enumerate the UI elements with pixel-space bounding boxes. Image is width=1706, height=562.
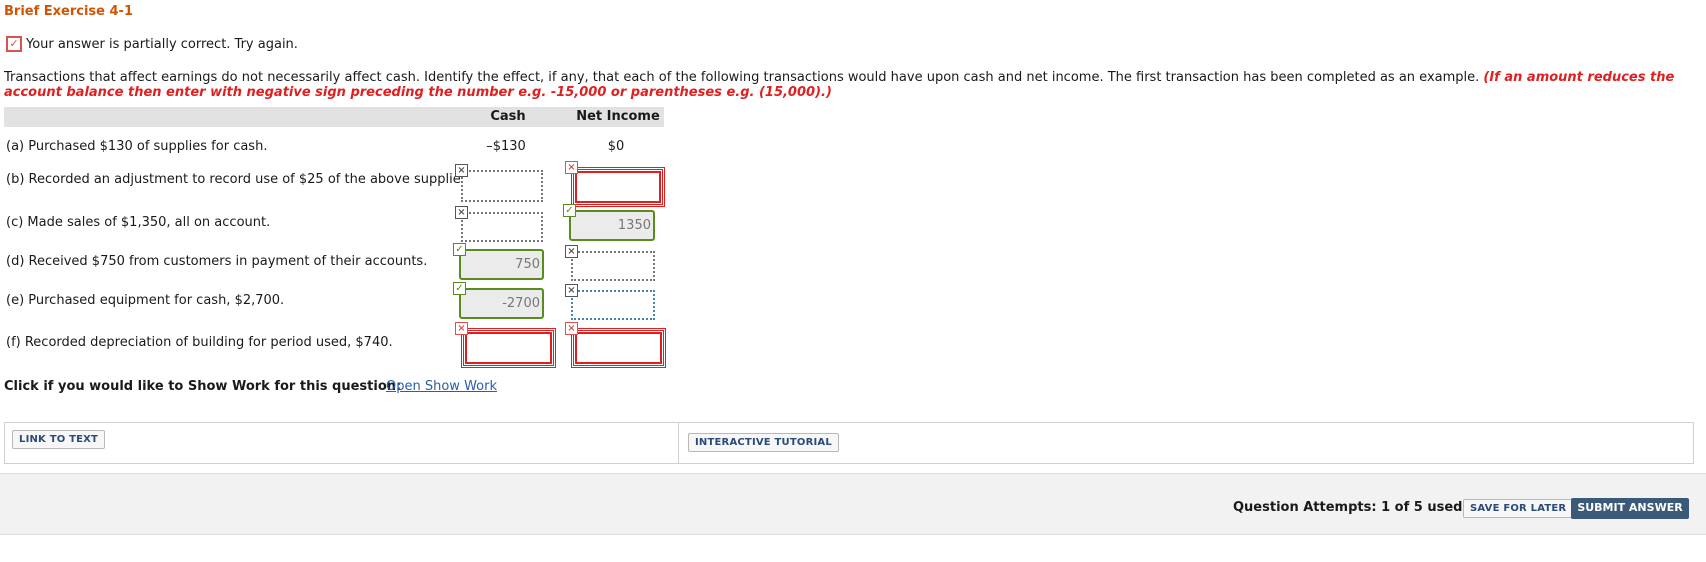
footer-bar: Question Attempts: 1 of 5 used SAVE FOR … [0, 473, 1706, 535]
row-d-label: (d) Received $750 from customers in paym… [6, 254, 428, 269]
row-f-net-income-input[interactable] [571, 328, 666, 368]
question-attempts: Question Attempts: 1 of 5 used [1233, 500, 1463, 515]
row-a-cash-value: –$130 [486, 139, 526, 154]
correct-icon: ✓ [453, 243, 466, 256]
answer-status: ✓ Your answer is partially correct. Try … [6, 36, 298, 52]
row-d-cash-input[interactable] [459, 249, 544, 280]
cash-column-header: Cash [490, 109, 526, 124]
row-a-net-income-value: $0 [607, 139, 625, 154]
row-d-net-income-input[interactable] [571, 251, 655, 281]
row-e-cash-input[interactable] [459, 288, 544, 319]
unanswered-icon: × [455, 206, 468, 219]
correct-icon: ✓ [563, 204, 576, 217]
instructions-text: Transactions that affect earnings do not… [4, 70, 1480, 85]
incorrect-icon: × [455, 322, 468, 335]
show-work-prompt: Click if you would like to Show Work for… [4, 379, 402, 394]
unanswered-icon: × [565, 284, 578, 297]
partial-correct-icon: ✓ [6, 36, 22, 52]
status-text: Your answer is partially correct. Try ag… [26, 36, 298, 52]
row-c-cash-input[interactable] [461, 212, 543, 242]
row-a-label: (a) Purchased $130 of supplies for cash. [6, 139, 268, 154]
row-c-net-income-input[interactable] [569, 210, 655, 241]
incorrect-icon: × [565, 322, 578, 335]
tools-divider [678, 423, 679, 463]
unanswered-icon: × [455, 164, 468, 177]
row-e-net-income-input[interactable] [571, 290, 655, 320]
tools-bar: LINK TO TEXT INTERACTIVE TUTORIAL [4, 422, 1694, 464]
open-show-work-link[interactable]: Open Show Work [386, 379, 497, 394]
interactive-tutorial-button[interactable]: INTERACTIVE TUTORIAL [688, 433, 839, 452]
row-b-net-income-input[interactable] [571, 167, 665, 207]
link-to-text-button[interactable]: LINK TO TEXT [12, 430, 106, 449]
row-f-cash-input[interactable] [461, 328, 556, 368]
save-for-later-button[interactable]: SAVE FOR LATER [1463, 499, 1574, 518]
row-c-label: (c) Made sales of $1,350, all on account… [6, 215, 271, 230]
instructions: Transactions that affect earnings do not… [4, 70, 1694, 100]
row-e-label: (e) Purchased equipment for cash, $2,700… [6, 293, 285, 308]
exercise-title: Brief Exercise 4-1 [4, 4, 133, 19]
row-f-label: (f) Recorded depreciation of building fo… [6, 335, 393, 350]
incorrect-icon: × [565, 161, 578, 174]
net-income-column-header: Net Income [576, 109, 660, 124]
unanswered-icon: × [565, 245, 578, 258]
submit-answer-button[interactable]: SUBMIT ANSWER [1571, 498, 1689, 519]
row-b-cash-input[interactable] [461, 170, 543, 202]
row-b-label: (b) Recorded an adjustment to record use… [6, 172, 472, 187]
correct-icon: ✓ [453, 282, 466, 295]
table-header: Cash Net Income [4, 107, 664, 127]
